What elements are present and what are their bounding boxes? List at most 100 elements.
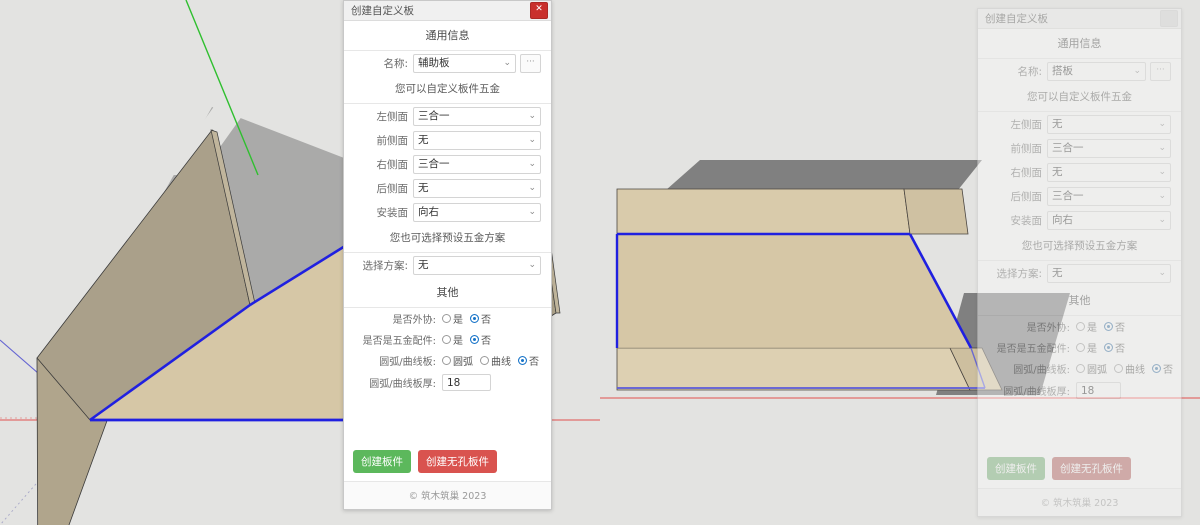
scheme-select-inactive[interactable]: 无 ⌄ <box>1047 264 1171 283</box>
face-row-mount-inactive: 安装面 向右 ⌄ <box>978 209 1181 232</box>
curve-board-option-curve-inactive[interactable]: 曲线 <box>1114 361 1145 376</box>
option-label: 是 <box>453 336 463 347</box>
face-label: 右侧面 <box>1010 167 1043 179</box>
face-select-back[interactable]: 无 ⌄ <box>413 179 541 198</box>
curve-board-option-arc[interactable]: 圆弧 <box>442 353 473 368</box>
face-select-left-inactive[interactable]: 无 ⌄ <box>1047 115 1171 134</box>
face-label: 前侧面 <box>1010 143 1043 155</box>
create-no-hole-panel-button-inactive[interactable]: 创建无孔板件 <box>1052 457 1131 480</box>
thickness-label-inactive: 圆弧/曲线板厚: <box>1003 387 1070 398</box>
outsource-option-no-inactive[interactable]: 否 <box>1104 319 1125 334</box>
dialog-titlebar-inactive[interactable]: 创建自定义板 <box>978 9 1181 29</box>
option-label: 曲线 <box>491 357 511 368</box>
name-select[interactable]: 辅助板 ⌄ <box>413 54 516 73</box>
outsource-option-no[interactable]: 否 <box>470 311 491 326</box>
radio-icon-selected[interactable] <box>1152 364 1161 373</box>
face-label: 安装面 <box>376 207 409 219</box>
option-label: 是 <box>1087 344 1097 355</box>
radio-icon-selected[interactable] <box>470 314 479 323</box>
option-label: 否 <box>1115 344 1125 355</box>
chevron-down-icon: ⌄ <box>1158 167 1166 177</box>
hardware-part-option-no-inactive[interactable]: 否 <box>1104 340 1125 355</box>
radio-icon-selected[interactable] <box>1104 322 1113 331</box>
radio-icon[interactable] <box>442 356 451 365</box>
face-value: 无 <box>1052 118 1063 130</box>
thickness-label: 圆弧/曲线板厚: <box>369 379 436 390</box>
option-label: 圆弧 <box>1087 365 1107 376</box>
hardware-part-option-yes[interactable]: 是 <box>442 332 463 347</box>
face-select-mount-inactive[interactable]: 向右 ⌄ <box>1047 211 1171 230</box>
curve-board-option-no[interactable]: 否 <box>518 353 539 368</box>
face-select-back-inactive[interactable]: 三合一 ⌄ <box>1047 187 1171 206</box>
create-panel-button-inactive[interactable]: 创建板件 <box>987 457 1045 480</box>
dialog-body-inactive: 通用信息 名称: 搭板 ⌄ ··· 您可以自定义板件五金 左侧面 无 ⌄ 前侧面… <box>978 29 1181 516</box>
radio-icon[interactable] <box>1076 343 1085 352</box>
face-select-front[interactable]: 无 ⌄ <box>413 131 541 150</box>
face-row-back: 后侧面 无 ⌄ <box>344 177 551 200</box>
chevron-down-icon: ⌄ <box>528 260 536 270</box>
create-custom-panel-dialog-inactive[interactable]: 创建自定义板 通用信息 名称: 搭板 ⌄ ··· 您可以自定义板件五金 左侧面 <box>977 8 1182 517</box>
hardware-part-option-no[interactable]: 否 <box>470 332 491 347</box>
app-root: 创建自定义板 ✕ 通用信息 名称: 辅助板 ⌄ ··· 您可以自定义板件五金 左… <box>0 0 1200 525</box>
panel-front-flange <box>616 347 971 391</box>
radio-icon[interactable] <box>1076 322 1085 331</box>
face-value: 三合一 <box>1052 190 1084 202</box>
dialog-titlebar[interactable]: 创建自定义板 ✕ <box>344 1 551 21</box>
radio-icon[interactable] <box>1076 364 1085 373</box>
outsource-label-inactive: 是否外协: <box>1026 323 1070 334</box>
outsource-option-yes-inactive[interactable]: 是 <box>1076 319 1097 334</box>
face-value: 无 <box>1052 166 1063 178</box>
chevron-down-icon: ⌄ <box>1158 143 1166 153</box>
radio-icon[interactable] <box>1114 364 1123 373</box>
name-select-inactive[interactable]: 搭板 ⌄ <box>1047 62 1146 81</box>
face-select-mount[interactable]: 向右 ⌄ <box>413 203 541 222</box>
face-label: 后侧面 <box>376 183 409 195</box>
chevron-down-icon: ⌄ <box>1158 215 1166 225</box>
face-value: 无 <box>418 182 429 194</box>
face-row-right-inactive: 右侧面 无 ⌄ <box>978 161 1181 184</box>
radio-icon[interactable] <box>442 335 451 344</box>
close-icon[interactable]: ✕ <box>530 2 548 19</box>
close-icon-inactive[interactable] <box>1160 10 1178 27</box>
face-value: 三合一 <box>418 158 450 170</box>
face-select-left[interactable]: 三合一 ⌄ <box>413 107 541 126</box>
curve-board-option-no-inactive[interactable]: 否 <box>1152 361 1173 376</box>
create-custom-panel-dialog[interactable]: 创建自定义板 ✕ 通用信息 名称: 辅助板 ⌄ ··· 您可以自定义板件五金 左… <box>343 0 552 510</box>
more-options-button-inactive[interactable]: ··· <box>1150 62 1171 81</box>
outsource-row: 是否外协: 是 否 <box>344 310 551 327</box>
option-label: 是 <box>453 315 463 326</box>
more-options-button[interactable]: ··· <box>520 54 541 73</box>
curve-board-option-arc-inactive[interactable]: 圆弧 <box>1076 361 1107 376</box>
chevron-down-icon: ⌄ <box>528 183 536 193</box>
radio-icon[interactable] <box>442 314 451 323</box>
hardware-part-option-yes-inactive[interactable]: 是 <box>1076 340 1097 355</box>
general-info-heading-inactive: 通用信息 <box>1057 37 1102 50</box>
chevron-down-icon: ⌄ <box>528 207 536 217</box>
radio-icon[interactable] <box>480 356 489 365</box>
face-row-left: 左侧面 三合一 ⌄ <box>344 105 551 128</box>
thickness-input[interactable]: 18 <box>442 374 491 391</box>
create-no-hole-panel-button[interactable]: 创建无孔板件 <box>418 450 497 473</box>
radio-icon-selected[interactable] <box>518 356 527 365</box>
outsource-option-yes[interactable]: 是 <box>442 311 463 326</box>
radio-icon-selected[interactable] <box>470 335 479 344</box>
face-select-right-inactive[interactable]: 无 ⌄ <box>1047 163 1171 182</box>
divider <box>344 307 551 308</box>
create-panel-button[interactable]: 创建板件 <box>353 450 411 473</box>
face-label: 后侧面 <box>1010 191 1043 203</box>
thickness-input-inactive[interactable]: 18 <box>1076 382 1121 399</box>
curve-board-option-curve[interactable]: 曲线 <box>480 353 511 368</box>
dialog-title: 创建自定义板 <box>351 5 414 17</box>
face-select-front-inactive[interactable]: 三合一 ⌄ <box>1047 139 1171 158</box>
hardware-part-row: 是否是五金配件: 是 否 <box>344 331 551 348</box>
chevron-down-icon: ⌄ <box>1158 191 1166 201</box>
chevron-down-icon: ⌄ <box>528 159 536 169</box>
model-shadow-upper <box>666 160 982 190</box>
face-select-right[interactable]: 三合一 ⌄ <box>413 155 541 174</box>
option-label: 曲线 <box>1125 365 1145 376</box>
other-heading: 其他 <box>436 286 459 299</box>
radio-icon-selected[interactable] <box>1104 343 1113 352</box>
scheme-select[interactable]: 无 ⌄ <box>413 256 541 275</box>
face-value: 三合一 <box>418 110 450 122</box>
